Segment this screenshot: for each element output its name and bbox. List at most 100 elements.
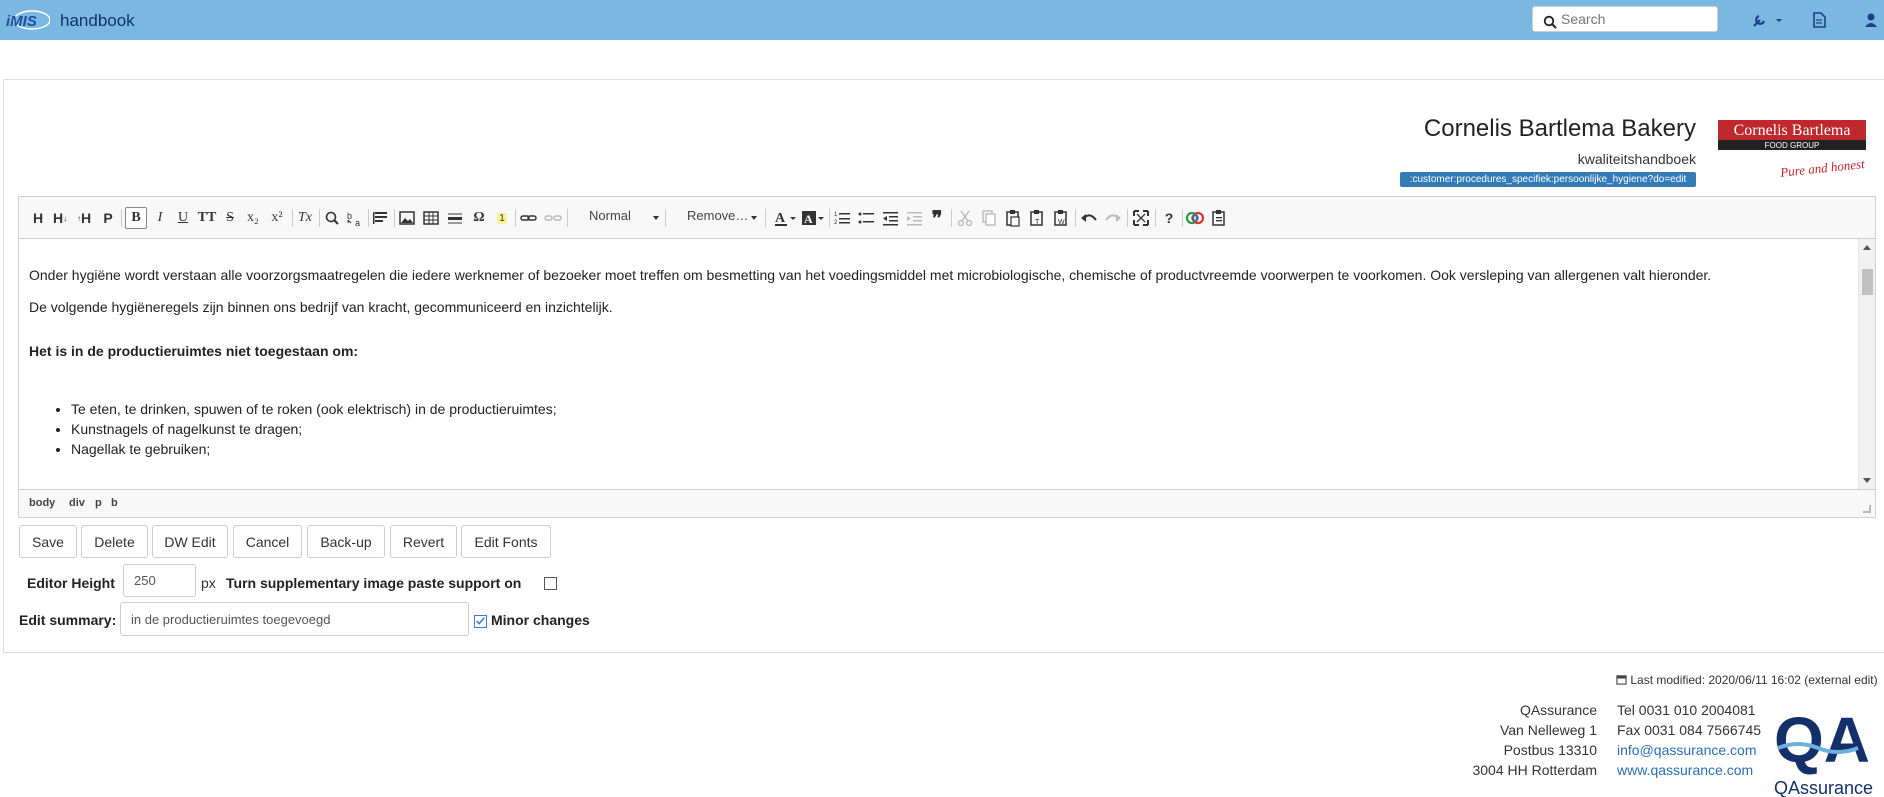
list-item: Te eten, te drinken, spuwen of te roken … [71,399,557,419]
toolbar-separator [1127,209,1128,227]
website-link[interactable]: www.qassurance.com [1617,762,1753,778]
cut-icon [957,210,973,227]
underline-button[interactable]: U [173,207,193,229]
user-icon[interactable] [1864,12,1878,28]
paste-text-icon[interactable]: T [1027,207,1047,229]
svg-text:2: 2 [834,220,838,226]
app-title[interactable]: handbook [60,11,135,31]
replace-icon[interactable]: ba [345,207,365,229]
remove-select[interactable]: Remove… [687,208,757,228]
scroll-down-arrow-icon[interactable] [1863,478,1871,483]
toolbar-separator [515,209,516,227]
footnote-button[interactable]: 1 [493,207,511,229]
scrollbar-thumb[interactable] [1862,269,1873,295]
svg-text:T: T [1035,219,1040,226]
text-color-icon[interactable]: A [773,207,797,229]
top-navbar: iMIS handbook [0,0,1884,40]
svg-text:A: A [804,212,813,226]
resize-handle-icon[interactable] [1863,505,1871,513]
editor-height-label: Editor Height [27,575,115,591]
content-paragraph: De volgende hygiëneregels zijn binnen on… [29,299,613,315]
edit-summary-input[interactable] [120,602,469,636]
path-item-body[interactable]: body [29,497,55,509]
save-button[interactable]: Save [19,525,77,558]
document-icon[interactable] [1812,12,1826,28]
paste-word-icon[interactable]: W [1051,207,1071,229]
undo-icon[interactable] [1079,207,1099,229]
paste-icon[interactable] [1003,207,1023,229]
help-button[interactable]: ? [1159,207,1179,229]
source-icon[interactable] [371,207,391,229]
logo-text: iMIS [6,13,37,30]
heading-lower-button[interactable]: H ↓ [51,207,69,229]
svg-text:QAssurance: QAssurance [1774,778,1873,797]
format-select[interactable]: Normal [589,208,659,228]
remove-format-button[interactable]: Tx [295,207,315,229]
monospace-button[interactable]: TT [196,207,218,229]
path-item-div[interactable]: div [69,497,85,509]
edit-fonts-button[interactable]: Edit Fonts [461,525,551,558]
paragraph-button[interactable]: P [99,207,117,229]
bold-button[interactable]: B [125,207,147,229]
search-input[interactable] [1561,7,1711,31]
find-icon[interactable] [323,207,343,229]
footer-contact: Tel 0031 010 2004081 Fax 0031 084 756674… [1617,700,1761,780]
minor-changes-label: Minor changes [491,612,590,628]
wysiwyg-editor: H H ↓ ↑ H P B I U TT S x₂ x² Tx ba Ω 1 Nor… [18,196,1876,518]
italic-button[interactable]: I [150,207,170,229]
toolbar-separator [951,209,952,227]
dw-edit-button[interactable]: DW Edit [152,525,228,558]
svg-text:W: W [1058,219,1065,226]
revert-button[interactable]: Revert [390,525,457,558]
scroll-up-arrow-icon[interactable] [1863,245,1871,250]
backup-button[interactable]: Back-up [307,525,385,558]
paste-support-label: Turn supplementary image paste support o… [226,575,522,591]
template-icon[interactable] [1209,207,1229,229]
background-color-icon[interactable]: A [801,207,825,229]
outdent-icon[interactable] [881,207,901,229]
horizontal-rule-icon[interactable] [445,207,465,229]
edit-summary-label: Edit summary: [19,612,117,628]
editor-scrollbar[interactable] [1858,239,1875,489]
strikethrough-button[interactable]: S [221,207,239,229]
heading-higher-button[interactable]: ↑ H [75,207,93,229]
image-icon[interactable] [397,207,417,229]
toolbar-separator [121,209,122,227]
toolbar-separator [665,209,666,227]
path-item-b[interactable]: b [111,497,118,509]
search-icon [1543,15,1557,29]
ordered-list-icon[interactable]: 12 [833,207,853,229]
gs-plugin-icon[interactable] [1185,207,1205,229]
editor-height-unit: px [201,575,216,591]
subscript-button[interactable]: x₂ [243,207,263,229]
toolbar-separator [1155,209,1156,227]
maximize-icon[interactable] [1131,207,1151,229]
email-link[interactable]: info@qassurance.com [1617,742,1757,758]
imis-logo[interactable]: iMIS [4,9,50,31]
heading-same-button[interactable]: H [29,207,47,229]
cancel-button[interactable]: Cancel [233,525,302,558]
tools-menu-icon[interactable] [1752,12,1784,28]
minor-changes-checkbox[interactable] [474,615,487,628]
superscript-button[interactable]: x² [267,207,287,229]
search-box[interactable] [1532,6,1718,32]
page-path-badge[interactable]: :customer:procedures_specifiek:persoonli… [1400,172,1696,187]
bullet-list-icon[interactable] [857,207,877,229]
toolbar-separator [1075,209,1076,227]
editor-height-input[interactable] [123,564,196,597]
special-char-button[interactable]: Ω [469,207,489,229]
address-line: 3004 HH Rotterdam [1472,762,1597,778]
calendar-icon [1616,675,1627,685]
delete-button[interactable]: Delete [81,525,148,558]
toolbar-separator [368,209,369,227]
list-item: Kunstnagels of nagelkunst te dragen; [71,419,557,439]
editor-content[interactable]: Onder hygiëne wordt verstaan alle voorzo… [19,239,1859,489]
svg-text:b: b [347,211,352,221]
blockquote-button[interactable]: ❞ [927,207,947,230]
address-line: QAssurance [1519,702,1597,718]
table-icon[interactable] [421,207,441,229]
svg-text:FOOD GROUP: FOOD GROUP [1765,141,1820,150]
paste-support-checkbox[interactable] [544,577,557,590]
link-icon[interactable] [519,207,539,229]
path-item-p[interactable]: p [95,497,102,509]
